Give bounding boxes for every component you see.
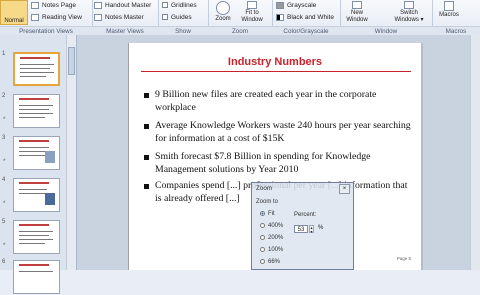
slide-thumbnail-row[interactable]: 1 bbox=[0, 49, 76, 87]
macros-button[interactable]: Macros bbox=[436, 0, 462, 19]
reading-view-button[interactable]: Reading View bbox=[31, 13, 82, 22]
scroll-thumb[interactable] bbox=[68, 47, 75, 75]
zoom-dialog: Zoom × Zoom to Fit Percent: 400% 53 ▴ ▾ %… bbox=[251, 182, 354, 270]
fit-to-window-button[interactable]: Fit to Window bbox=[236, 0, 268, 24]
magnifier-icon bbox=[216, 1, 230, 15]
new-window-button[interactable]: New Window bbox=[344, 0, 370, 24]
dialog-title: Zoom bbox=[256, 185, 273, 192]
bullet-item[interactable]: Average Knowledge Workers waste 240 hour… bbox=[144, 120, 415, 145]
close-icon[interactable]: × bbox=[339, 184, 350, 194]
slide-thumbnail-row[interactable]: 6 bbox=[0, 257, 76, 295]
reading-view-icon bbox=[31, 13, 39, 21]
slide-thumbnail[interactable] bbox=[13, 178, 60, 212]
zoom-to-label: Zoom to bbox=[256, 199, 279, 205]
zoom-option-200[interactable]: 200% bbox=[260, 235, 283, 241]
slide-thumbnail-row[interactable]: 2 * bbox=[0, 91, 76, 129]
fit-window-icon bbox=[247, 1, 257, 9]
chevron-down-icon: ▾ bbox=[420, 17, 424, 23]
guides-checkbox[interactable]: Guides bbox=[162, 13, 192, 22]
slide-thumbnail-row[interactable]: 3 * bbox=[0, 133, 76, 171]
radio-selected-icon bbox=[260, 211, 265, 216]
notes-page-button[interactable]: Notes Page bbox=[31, 1, 76, 10]
guides-check-icon bbox=[162, 14, 168, 21]
zoom-option-100[interactable]: 100% bbox=[260, 247, 283, 253]
slide-thumbnail[interactable] bbox=[13, 260, 60, 294]
slide-thumbnail-row[interactable]: 4 * bbox=[0, 175, 76, 213]
grayscale-icon bbox=[276, 1, 284, 9]
percent-label: Percent: bbox=[294, 212, 317, 218]
spinner-arrows-icon[interactable]: ▴ ▾ bbox=[309, 225, 314, 234]
slide-thumbnail[interactable] bbox=[13, 220, 60, 254]
gridlines-checkbox[interactable]: Gridlines bbox=[162, 1, 197, 10]
radio-icon bbox=[260, 259, 265, 264]
slides-panel: 1 2 * 3 * 4 * 5 * 6 bbox=[0, 35, 77, 294]
new-window-icon bbox=[352, 1, 362, 9]
notes-master-icon bbox=[94, 13, 102, 21]
zoom-option-fit[interactable]: Fit bbox=[260, 211, 275, 217]
black-and-white-button[interactable]: Black and White bbox=[276, 13, 334, 22]
zoom-option-66[interactable]: 66% bbox=[260, 259, 280, 265]
radio-icon bbox=[260, 235, 265, 240]
switch-windows-icon bbox=[404, 1, 414, 9]
handout-master-icon bbox=[94, 1, 102, 9]
zoom-option-400[interactable]: 400% bbox=[260, 223, 283, 229]
handout-master-button[interactable]: Handout Master bbox=[94, 1, 151, 10]
black-white-icon bbox=[276, 13, 284, 21]
slide-title[interactable]: Industry Numbers bbox=[129, 56, 421, 68]
slide-thumbnail[interactable] bbox=[13, 52, 60, 86]
slide-thumbnail-row[interactable]: 5 * bbox=[0, 217, 76, 255]
slide-area-scrollbar[interactable] bbox=[470, 35, 480, 270]
grayscale-button[interactable]: Grayscale bbox=[276, 1, 316, 10]
notes-master-button[interactable]: Notes Master bbox=[94, 13, 144, 22]
slides-panel-scrollbar[interactable] bbox=[66, 35, 76, 270]
radio-icon bbox=[260, 247, 265, 252]
bullet-item[interactable]: 9 Billion new files are created each yea… bbox=[144, 89, 415, 114]
notes-page-icon bbox=[31, 1, 39, 9]
slide-thumbnail[interactable] bbox=[13, 94, 60, 128]
gridlines-check-icon bbox=[162, 2, 168, 9]
radio-icon bbox=[260, 223, 265, 228]
title-rule bbox=[141, 71, 411, 72]
normal-view-button[interactable]: Normal bbox=[0, 0, 28, 25]
percent-input[interactable]: 53 bbox=[294, 225, 308, 233]
macros-icon bbox=[444, 1, 454, 11]
switch-windows-button[interactable]: Switch Windows ▾ bbox=[392, 0, 426, 24]
bullet-item[interactable]: Smith forecast $7.8 Billion in spending … bbox=[144, 151, 415, 176]
zoom-button[interactable]: Zoom bbox=[212, 0, 234, 23]
slide-page-number: Page 5 bbox=[396, 256, 411, 261]
slide-thumbnail[interactable] bbox=[13, 136, 60, 170]
